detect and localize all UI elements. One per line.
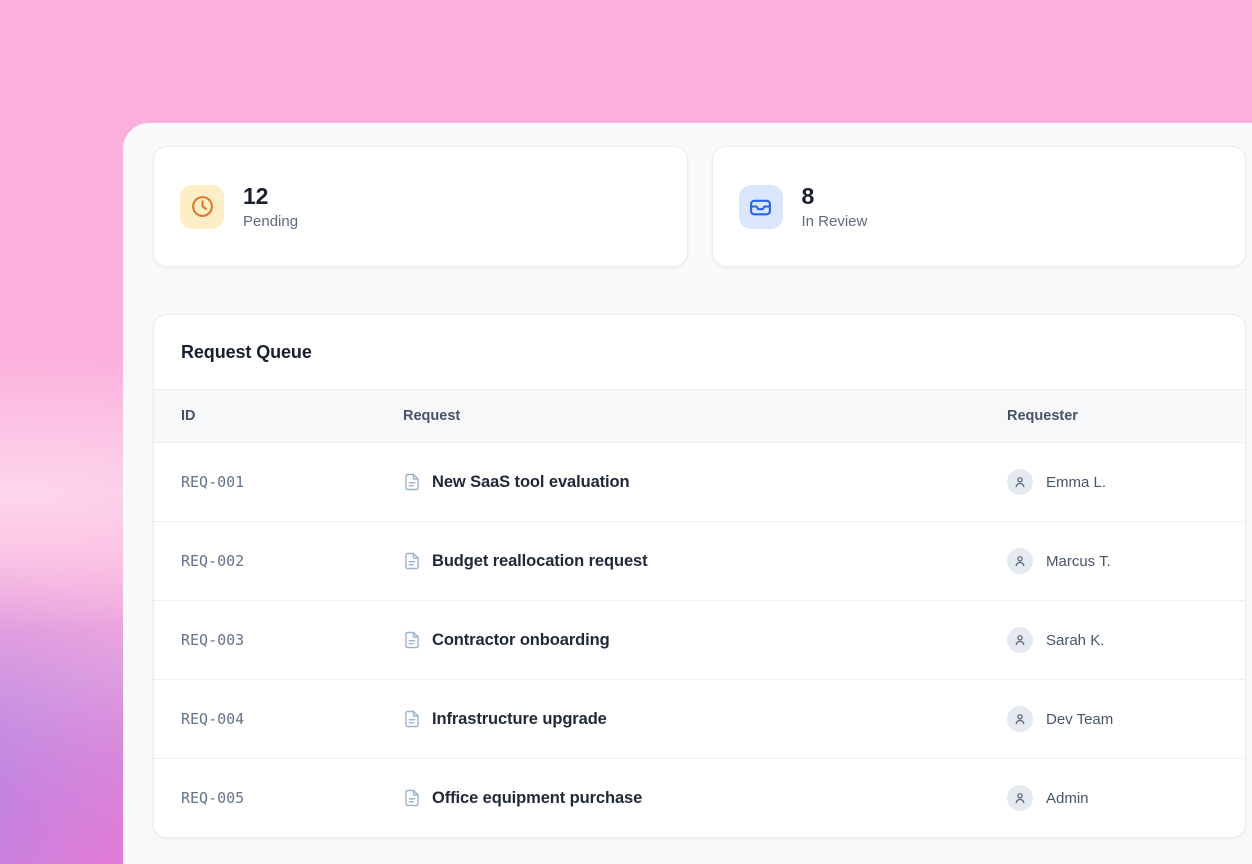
- clock-icon-box: [180, 185, 224, 229]
- avatar: [1007, 706, 1033, 732]
- avatar: [1007, 627, 1033, 653]
- stat-text: 12 Pending: [243, 183, 298, 229]
- table-row[interactable]: REQ-004 Infrastructure upgrade: [154, 679, 1245, 758]
- column-header-id: ID: [181, 408, 403, 424]
- request-id: REQ-002: [181, 552, 403, 570]
- user-icon: [1013, 633, 1027, 647]
- request-title: Budget reallocation request: [432, 552, 648, 571]
- requester-name: Admin: [1046, 790, 1089, 807]
- request-id: REQ-001: [181, 473, 403, 491]
- file-text-icon: [403, 473, 421, 491]
- table-row[interactable]: REQ-005 Office equipment purchase: [154, 758, 1245, 837]
- stat-card-in-review: 8 In Review: [712, 146, 1247, 267]
- requester-name: Dev Team: [1046, 711, 1113, 728]
- stat-value-in-review: 8: [802, 183, 868, 209]
- app-panel: 12 Pending 8 In Review: [123, 123, 1252, 864]
- table-header-row: ID Request Requester: [154, 390, 1245, 442]
- table-title-row: Request Queue: [154, 315, 1245, 390]
- table-row[interactable]: REQ-003 Contractor onboarding: [154, 600, 1245, 679]
- table-row[interactable]: REQ-002 Budget reallocation request: [154, 521, 1245, 600]
- requester-cell: Admin: [1007, 785, 1218, 811]
- requester-name: Marcus T.: [1046, 553, 1111, 570]
- file-text-icon: [403, 789, 421, 807]
- stat-text: 8 In Review: [802, 183, 868, 229]
- clock-icon: [190, 194, 215, 219]
- request-queue-card: Request Queue ID Request Requester REQ-0…: [153, 314, 1246, 838]
- user-icon: [1013, 791, 1027, 805]
- requester-cell: Marcus T.: [1007, 548, 1218, 574]
- request-title: Infrastructure upgrade: [432, 710, 607, 729]
- stat-value-pending: 12: [243, 183, 298, 209]
- table-row[interactable]: REQ-001 New SaaS tool evaluation: [154, 442, 1245, 521]
- request-title: New SaaS tool evaluation: [432, 473, 630, 492]
- request-cell: Office equipment purchase: [403, 789, 1007, 808]
- user-icon: [1013, 712, 1027, 726]
- requester-cell: Dev Team: [1007, 706, 1218, 732]
- user-icon: [1013, 475, 1027, 489]
- page-title: Request Queue: [181, 342, 312, 363]
- requester-name: Sarah K.: [1046, 632, 1104, 649]
- user-icon: [1013, 554, 1027, 568]
- stat-label-in-review: In Review: [802, 213, 868, 230]
- desktop-background: 12 Pending 8 In Review: [0, 0, 1252, 864]
- request-id: REQ-005: [181, 789, 403, 807]
- inbox-icon-box: [739, 185, 783, 229]
- file-text-icon: [403, 710, 421, 728]
- requester-name: Emma L.: [1046, 474, 1106, 491]
- request-id: REQ-003: [181, 631, 403, 649]
- inbox-icon: [748, 194, 773, 219]
- request-cell: Infrastructure upgrade: [403, 710, 1007, 729]
- requester-cell: Sarah K.: [1007, 627, 1218, 653]
- request-title: Contractor onboarding: [432, 631, 610, 650]
- request-cell: Contractor onboarding: [403, 631, 1007, 650]
- column-header-requester: Requester: [1007, 408, 1218, 424]
- avatar: [1007, 469, 1033, 495]
- request-cell: New SaaS tool evaluation: [403, 473, 1007, 492]
- avatar: [1007, 785, 1033, 811]
- avatar: [1007, 548, 1033, 574]
- request-title: Office equipment purchase: [432, 789, 642, 808]
- file-text-icon: [403, 552, 421, 570]
- request-id: REQ-004: [181, 710, 403, 728]
- request-cell: Budget reallocation request: [403, 552, 1007, 571]
- stat-label-pending: Pending: [243, 213, 298, 230]
- stat-card-pending: 12 Pending: [153, 146, 688, 267]
- column-header-request: Request: [403, 408, 1007, 424]
- stats-row: 12 Pending 8 In Review: [153, 146, 1246, 267]
- requester-cell: Emma L.: [1007, 469, 1218, 495]
- file-text-icon: [403, 631, 421, 649]
